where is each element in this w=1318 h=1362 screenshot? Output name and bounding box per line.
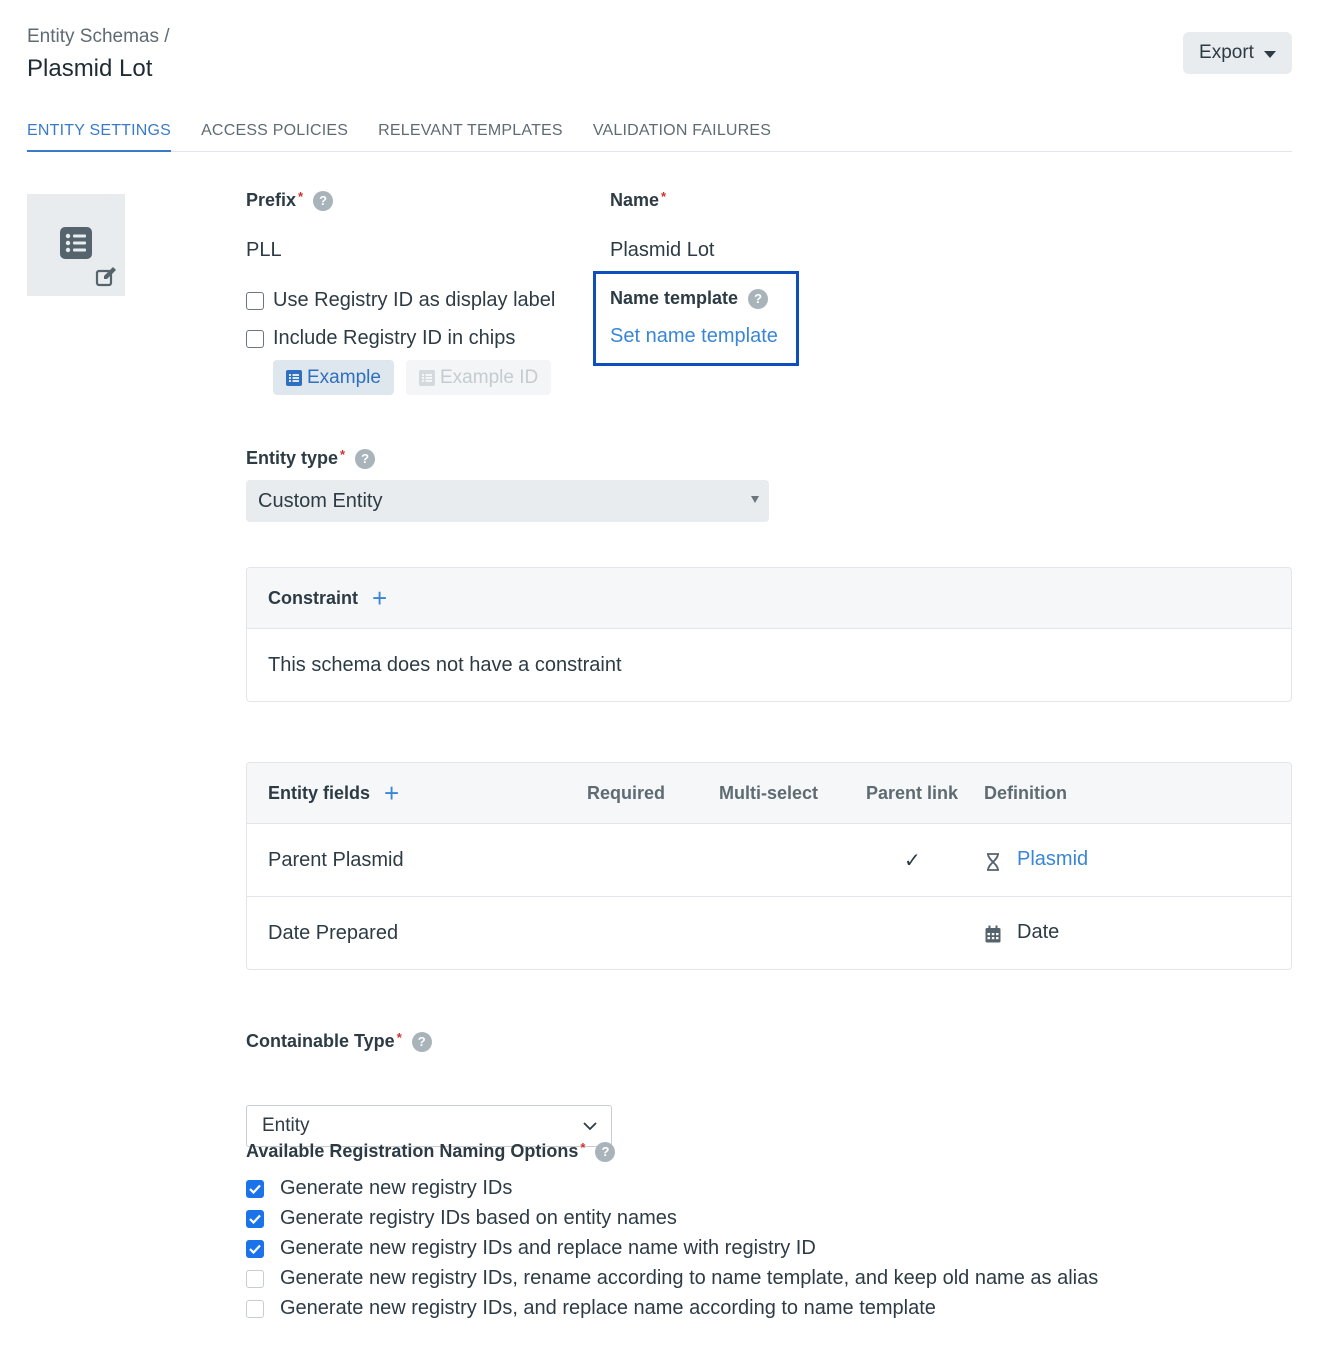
required-mark: * — [580, 1140, 586, 1155]
entity-fields-panel: Entity fields + Required Multi-select Pa… — [246, 762, 1292, 970]
tab-access-policies[interactable]: ACCESS POLICIES — [201, 112, 348, 152]
definition-link[interactable]: Plasmid — [1017, 848, 1088, 871]
calendar-icon — [985, 925, 1001, 943]
table-row[interactable]: Date Prepared Date — [247, 897, 1291, 969]
tab-relevant-templates[interactable]: RELEVANT TEMPLATES — [378, 112, 563, 152]
required-mark: * — [340, 447, 346, 462]
naming-option-row[interactable]: Generate registry IDs based on entity na… — [246, 1207, 677, 1230]
triangle-down-icon — [751, 496, 759, 503]
entity-type-label-text: Entity type — [246, 448, 339, 468]
use-registry-id-checkbox-row[interactable]: Use Registry ID as display label — [246, 289, 555, 312]
name-value: Plasmid Lot — [610, 239, 715, 261]
breadcrumb[interactable]: Entity Schemas / — [27, 26, 170, 48]
parent-link-check: ✓ — [904, 850, 921, 872]
checkbox-label: Generate new registry IDs and replace na… — [280, 1237, 816, 1259]
field-name: Date Prepared — [268, 922, 399, 944]
checkbox-label: Use Registry ID as display label — [273, 289, 556, 311]
entity-type-select[interactable]: Custom Entity — [246, 480, 769, 522]
example-chip-label: Example — [307, 366, 381, 388]
help-icon[interactable]: ? — [595, 1141, 616, 1162]
required-mark: * — [396, 1030, 402, 1045]
example-id-chip: Example ID — [406, 360, 552, 395]
constraint-empty-text: This schema does not have a constraint — [268, 654, 622, 676]
edit-icon[interactable] — [95, 266, 117, 288]
required-mark: * — [298, 189, 304, 204]
constraint-title: Constraint — [268, 587, 358, 608]
list-icon — [419, 369, 435, 386]
schema-icon-tile[interactable] — [27, 194, 125, 296]
use-registry-id-checkbox[interactable] — [246, 291, 264, 310]
field-name: Parent Plasmid — [268, 848, 404, 871]
chevron-down-icon — [583, 1122, 597, 1131]
prefix-label-text: Prefix — [246, 190, 297, 210]
naming-option-row[interactable]: Generate new registry IDs, and replace n… — [246, 1297, 936, 1320]
checkbox-label: Generate new registry IDs, rename accord… — [280, 1267, 1099, 1289]
tab-bar: ENTITY SETTINGS ACCESS POLICIES RELEVANT… — [27, 112, 1292, 152]
constraint-header: Constraint + — [247, 568, 1291, 629]
dna-icon — [987, 853, 999, 871]
naming-option-checkbox[interactable] — [246, 1269, 264, 1288]
column-header-parent-link[interactable]: Parent link — [866, 763, 958, 824]
checkmark-icon — [249, 1244, 261, 1254]
containable-type-label-text: Containable Type — [246, 1031, 395, 1051]
help-icon[interactable]: ? — [411, 1031, 432, 1052]
table-row[interactable]: Parent Plasmid ✓ Plasmid — [247, 824, 1291, 897]
name-template-label: Name template ? — [610, 288, 769, 309]
checkbox-label: Include Registry ID in chips — [273, 327, 516, 349]
example-chip[interactable]: Example — [273, 360, 394, 395]
list-icon — [286, 369, 302, 386]
naming-options-label-text: Available Registration Naming Options — [246, 1141, 579, 1161]
naming-option-row[interactable]: Generate new registry IDs — [246, 1177, 512, 1200]
entity-fields-title: Entity fields — [268, 782, 371, 803]
naming-option-checkbox[interactable] — [246, 1179, 264, 1198]
name-label-text: Name — [610, 190, 660, 210]
naming-option-row[interactable]: Generate new registry IDs and replace na… — [246, 1237, 816, 1260]
entity-fields-header: Entity fields + Required Multi-select Pa… — [247, 763, 1291, 824]
help-icon[interactable]: ? — [748, 288, 769, 309]
add-constraint-plus-icon[interactable]: + — [372, 585, 387, 611]
required-mark: * — [661, 189, 667, 204]
prefix-label: Prefix * ? — [246, 189, 334, 211]
page-title: Plasmid Lot — [27, 55, 153, 82]
list-icon — [60, 227, 92, 259]
name-label: Name * — [610, 189, 667, 211]
naming-option-row[interactable]: Generate new registry IDs, rename accord… — [246, 1267, 1098, 1290]
checkbox-label: Generate new registry IDs, and replace n… — [280, 1297, 936, 1319]
help-icon[interactable]: ? — [355, 448, 376, 469]
checkmark-icon — [249, 1184, 261, 1194]
tab-validation-failures[interactable]: VALIDATION FAILURES — [593, 112, 771, 152]
checkbox-label: Generate registry IDs based on entity na… — [280, 1207, 677, 1229]
naming-options-label: Available Registration Naming Options * … — [246, 1140, 616, 1162]
export-button-label: Export — [1199, 42, 1254, 63]
naming-option-checkbox[interactable] — [246, 1299, 264, 1318]
naming-option-checkbox[interactable] — [246, 1239, 264, 1258]
prefix-value: PLL — [246, 239, 282, 261]
add-field-plus-icon[interactable]: + — [384, 780, 399, 806]
column-header-required[interactable]: Required — [587, 763, 665, 824]
entity-type-value: Custom Entity — [258, 489, 383, 512]
caret-down-icon — [1263, 50, 1276, 58]
definition-text: Date — [1017, 921, 1060, 943]
containable-type-label: Containable Type * ? — [246, 1030, 432, 1052]
entity-type-label: Entity type * ? — [246, 447, 376, 469]
name-template-highlight — [593, 271, 799, 366]
export-button[interactable]: Export — [1183, 32, 1292, 74]
tab-entity-settings[interactable]: ENTITY SETTINGS — [27, 112, 172, 152]
column-header-definition[interactable]: Definition — [984, 763, 1067, 824]
checkbox-label: Generate new registry IDs — [280, 1177, 513, 1199]
include-registry-id-checkbox-row[interactable]: Include Registry ID in chips — [246, 327, 515, 350]
checkmark-icon — [249, 1214, 261, 1224]
help-icon[interactable]: ? — [313, 190, 334, 211]
example-id-chip-label: Example ID — [440, 366, 539, 388]
include-registry-id-checkbox[interactable] — [246, 329, 264, 348]
column-header-multi-select[interactable]: Multi-select — [719, 763, 818, 824]
containable-type-value: Entity — [262, 1115, 310, 1136]
set-name-template-link[interactable]: Set name template — [610, 325, 778, 348]
constraint-panel: Constraint + This schema does not have a… — [246, 567, 1292, 702]
naming-option-checkbox[interactable] — [246, 1209, 264, 1228]
name-template-label-text: Name template — [610, 288, 739, 308]
